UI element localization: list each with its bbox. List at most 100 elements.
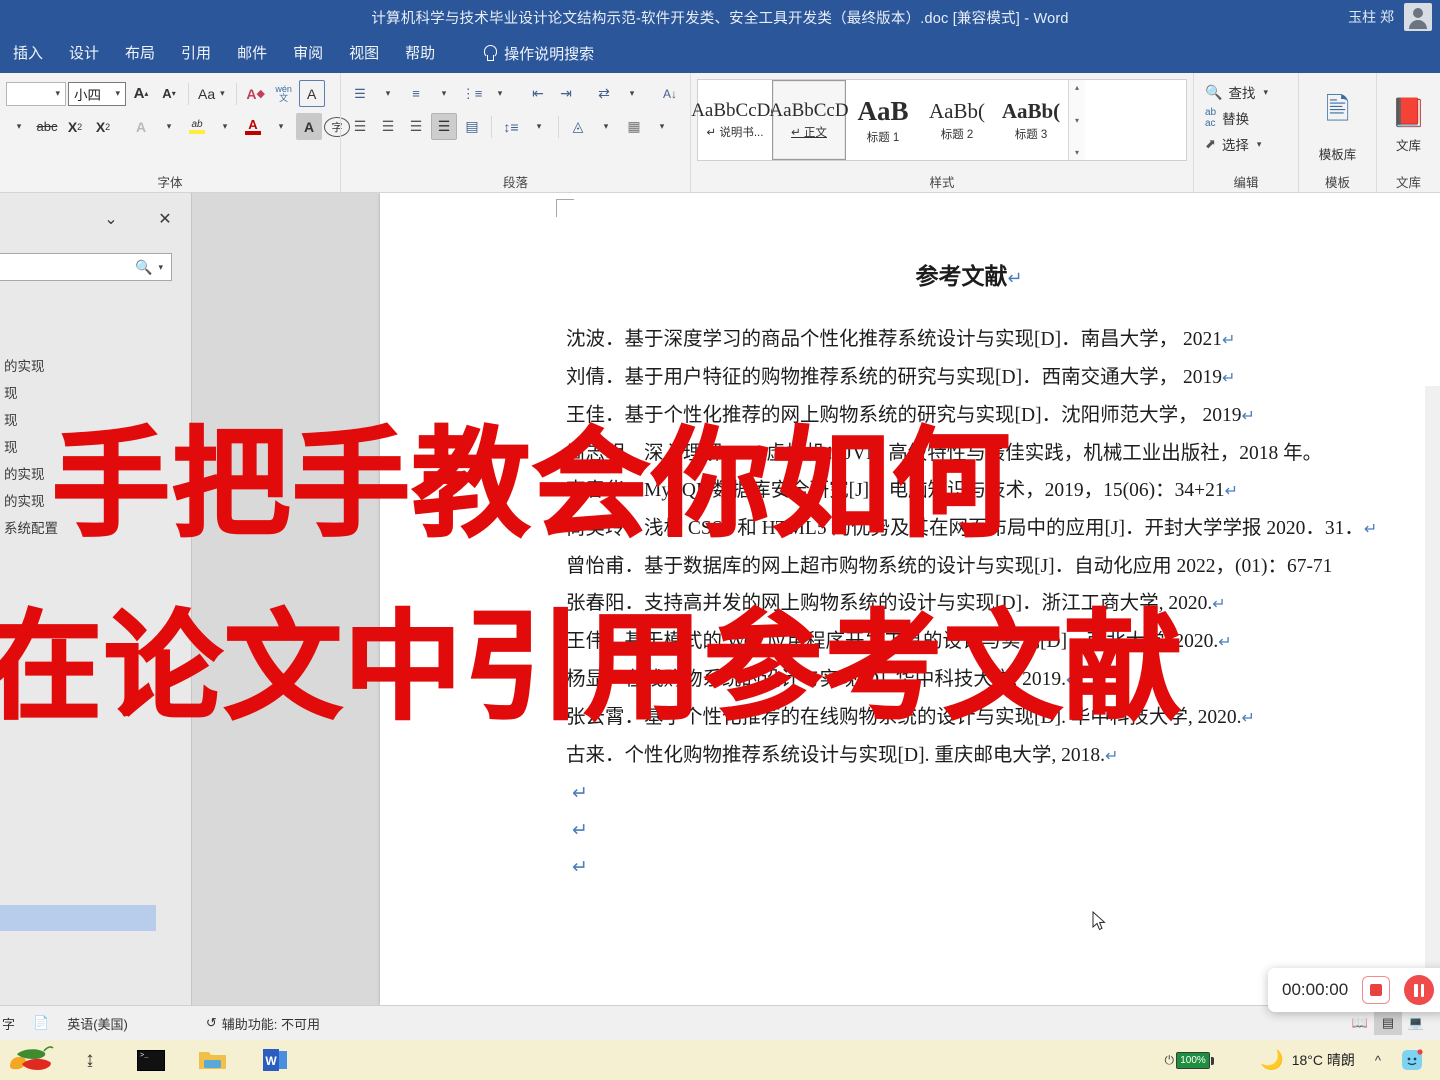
search-icon[interactable]: 🔍 [135, 259, 152, 276]
tab-design[interactable]: 设计 [56, 34, 112, 73]
superscript-button[interactable]: X2 [90, 113, 116, 140]
bullet-list-icon[interactable]: ☰ [347, 80, 373, 107]
web-layout-view[interactable]: 💻 [1402, 1011, 1430, 1035]
chevron-up-icon[interactable]: ^ [1366, 1047, 1390, 1073]
screen-recorder-widget[interactable]: 00:00:00 [1268, 968, 1440, 1012]
replace-button[interactable]: ab ac 替换 [1200, 105, 1292, 131]
style-item-2[interactable]: AaB 标题 1 [846, 80, 920, 160]
terminal-icon[interactable]: >_ [120, 1040, 182, 1080]
chevron-up-icon[interactable]: ▴ [1075, 83, 1079, 92]
word-icon[interactable]: W [244, 1040, 306, 1080]
strikethrough-button[interactable]: abc [34, 113, 60, 140]
word-count-status[interactable]: 字 [0, 1010, 24, 1036]
shading-dropdown[interactable]: ▾ [593, 113, 619, 140]
navigation-search-box[interactable]: 🔍 ▾ [0, 253, 172, 281]
nav-heading-item-selected[interactable] [0, 905, 156, 931]
line-spacing-icon[interactable]: ↕≡ [498, 113, 524, 140]
chevron-down-icon[interactable]: ▾ [1075, 116, 1079, 125]
font-name-combo[interactable]: ▾ [6, 81, 66, 106]
grow-font-button[interactable]: A ▴ [128, 80, 154, 107]
print-layout-view[interactable]: ▤ [1374, 1011, 1402, 1035]
subscript-button[interactable]: X2 [62, 113, 88, 140]
nav-heading-item[interactable]: 现 [0, 380, 192, 407]
accessibility-status[interactable]: ↺ 辅助功能: 不可用 [197, 1010, 329, 1036]
multilevel-list-icon[interactable]: ⋮≡ [459, 80, 485, 107]
distribute-text-icon[interactable]: ▤ [459, 113, 485, 140]
align-left-icon[interactable]: ☰ [347, 113, 373, 140]
font-color-icon[interactable]: A [240, 113, 266, 140]
weather-widget[interactable]: 🌙 18°C 晴朗 [1251, 1047, 1364, 1073]
borders-dropdown[interactable]: ▾ [649, 113, 675, 140]
proofing-errors-icon[interactable]: 📄 [24, 1010, 58, 1036]
sort-icon[interactable]: A↓ [657, 80, 683, 107]
chevron-down-icon[interactable]: ⌄ [98, 207, 124, 231]
enclose-character-icon[interactable]: A [298, 80, 325, 107]
numbering-dropdown[interactable]: ▾ [431, 80, 457, 107]
nav-heading-item[interactable]: 的实现 [0, 488, 192, 515]
style-item-1[interactable]: AaBbCcD ↵ 正文 [769, 80, 849, 160]
style-item-3[interactable]: AaBb( 标题 2 [920, 80, 994, 160]
asian-layout-dropdown[interactable]: ▾ [619, 80, 645, 107]
nav-heading-item[interactable]: 系统配置 [0, 515, 192, 542]
clear-formatting-icon[interactable]: A ◆ [243, 80, 269, 107]
tab-mailings[interactable]: 邮件 [224, 34, 280, 73]
select-button[interactable]: ⬈ 选择 ▾ [1200, 131, 1292, 157]
tab-review[interactable]: 审阅 [280, 34, 336, 73]
font-size-combo[interactable]: 小四 ▾ [68, 81, 126, 106]
change-case-button[interactable]: Aa ▾ [195, 80, 230, 107]
font-color-dropdown[interactable]: ▾ [268, 113, 294, 140]
text-effects-button[interactable]: A [128, 113, 154, 140]
numbered-list-icon[interactable]: ≡ [403, 80, 429, 107]
shrink-font-button[interactable]: A ▾ [156, 80, 182, 107]
tab-view[interactable]: 视图 [336, 34, 392, 73]
chili-pepper-start-icon[interactable] [0, 1040, 60, 1080]
align-right-icon[interactable]: ☰ [403, 113, 429, 140]
nav-heading-item[interactable]: 的实现 [0, 353, 192, 380]
bullet-dropdown[interactable]: ▾ [375, 80, 401, 107]
character-shading-button[interactable]: A [296, 113, 322, 140]
close-icon[interactable]: ✕ [152, 207, 178, 231]
font-more-dropdown[interactable]: ▾ [6, 113, 32, 140]
search-input[interactable] [0, 259, 132, 275]
borders-icon[interactable]: ▦ [621, 113, 647, 140]
chevron-down-icon[interactable]: ▾ [156, 262, 165, 273]
line-spacing-dropdown[interactable]: ▾ [526, 113, 552, 140]
highlight-color-icon[interactable]: ab [184, 113, 210, 140]
battery-charging-icon[interactable]: ⏻ 100% [1156, 1047, 1220, 1073]
styles-gallery-scrollbar[interactable]: ▴ ▾ ▾ [1068, 80, 1085, 160]
phonetic-guide-icon[interactable]: wén 文 [271, 80, 297, 107]
account-name[interactable]: 玉柱 郑 [1348, 7, 1394, 27]
task-search-icon[interactable]: ↨ [60, 1040, 120, 1080]
style-item-0[interactable]: AaBbCcDc ↵ 说明书... [691, 80, 779, 160]
find-button[interactable]: 🔍 查找 ▾ [1200, 79, 1292, 105]
pause-record-icon[interactable] [1404, 975, 1434, 1005]
align-justify-icon[interactable]: ☰ [431, 113, 457, 140]
shading-icon[interactable]: ◬ [565, 113, 591, 140]
nav-heading-item[interactable]: 现 [0, 407, 192, 434]
nav-heading-item[interactable]: 现 [0, 434, 192, 461]
tab-references[interactable]: 引用 [168, 34, 224, 73]
notification-icon[interactable] [1392, 1047, 1432, 1073]
asian-layout-icon[interactable]: ⇄ [591, 80, 617, 107]
library-button[interactable]: 📕 文库 [1383, 82, 1434, 168]
highlight-dropdown[interactable]: ▾ [212, 113, 238, 140]
document-page[interactable]: 参考文献↵ 沈波．基于深度学习的商品个性化推荐系统设计与实现[D]．南昌大学， … [380, 193, 1440, 1005]
text-effects-dropdown[interactable]: ▾ [156, 113, 182, 140]
multilevel-dropdown[interactable]: ▾ [487, 80, 513, 107]
tab-insert[interactable]: 插入 [0, 34, 56, 73]
language-status[interactable]: 英语(美国) [58, 1010, 137, 1036]
user-avatar-icon[interactable] [1404, 3, 1432, 31]
nav-heading-item[interactable]: 的实现 [0, 461, 192, 488]
style-item-4[interactable]: AaBb( 标题 3 [994, 80, 1068, 160]
more-styles-icon[interactable]: ▾ [1075, 148, 1079, 157]
styles-gallery[interactable]: AaBbCcDc ↵ 说明书... AaBbCcD ↵ 正文 AaB 标题 1 … [691, 79, 1187, 161]
decrease-indent-icon[interactable]: ⇤ [525, 80, 551, 107]
increase-indent-icon[interactable]: ⇥ [553, 80, 579, 107]
align-center-icon[interactable]: ☰ [375, 113, 401, 140]
template-library-button[interactable]: 🖹 模板库 [1306, 82, 1370, 168]
read-mode-view[interactable]: 📖 [1346, 1011, 1374, 1035]
tab-layout[interactable]: 布局 [112, 34, 168, 73]
file-explorer-icon[interactable] [182, 1040, 244, 1080]
tell-me-search[interactable]: 操作说明搜索 [482, 43, 594, 64]
stop-record-icon[interactable] [1362, 976, 1391, 1004]
